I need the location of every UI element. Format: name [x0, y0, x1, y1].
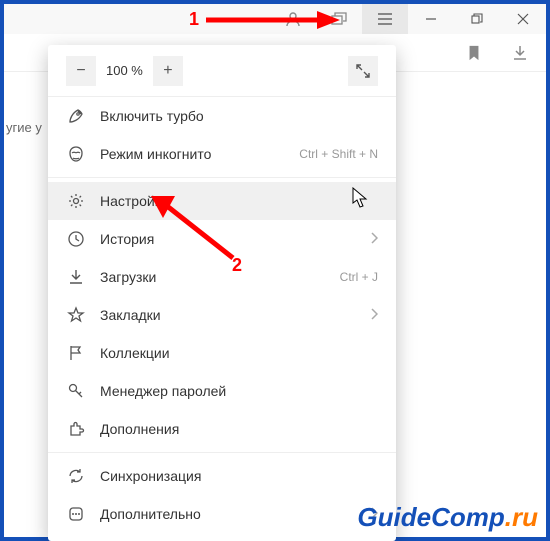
gear-icon: [66, 191, 86, 211]
menu-button[interactable]: [362, 4, 408, 34]
fullscreen-button[interactable]: [348, 56, 378, 86]
close-icon: [517, 13, 529, 25]
menu-label: Режим инкогнито: [100, 146, 211, 162]
menu-item-downloads[interactable]: Загрузки Ctrl + J: [48, 258, 396, 296]
menu-item-addons[interactable]: Дополнения: [48, 410, 396, 448]
menu-item-turbo[interactable]: Включить турбо: [48, 97, 396, 135]
menu-separator: [48, 177, 396, 178]
menu-label: Включить турбо: [100, 108, 204, 124]
menu-item-incognito[interactable]: Режим инкогнито Ctrl + Shift + N: [48, 135, 396, 173]
sync-icon: [66, 466, 86, 486]
close-button[interactable]: [500, 4, 546, 34]
chevron-right-icon: [370, 506, 378, 522]
menu-item-more[interactable]: Дополнительно: [48, 495, 396, 533]
key-icon: [66, 381, 86, 401]
rocket-icon: [66, 106, 86, 126]
menu-shortcut: Ctrl + Shift + N: [299, 147, 378, 161]
maximize-button[interactable]: [454, 4, 500, 34]
chevron-right-icon: [370, 231, 378, 247]
menu-label: Дополнения: [100, 421, 179, 437]
tabs-icon: [331, 12, 347, 26]
menu-item-collections[interactable]: Коллекции: [48, 334, 396, 372]
zoom-level: 100 %: [96, 63, 153, 78]
maximize-icon: [471, 13, 483, 25]
incognito-icon: [66, 144, 86, 164]
flag-icon: [66, 343, 86, 363]
menu-shortcut: Ctrl + J: [340, 270, 378, 284]
menu-label: Коллекции: [100, 345, 170, 361]
menu-label: История: [100, 231, 154, 247]
more-icon: [66, 504, 86, 524]
downloads-icon: [66, 267, 86, 287]
minimize-icon: [425, 13, 437, 25]
history-icon: [66, 229, 86, 249]
menu-item-passwords[interactable]: Менеджер паролей: [48, 372, 396, 410]
profile-icon: [285, 11, 301, 27]
menu-item-sync[interactable]: Синхронизация: [48, 457, 396, 495]
window-titlebar: [4, 4, 546, 34]
menu-item-bookmarks[interactable]: Закладки: [48, 296, 396, 334]
clipped-page-text: угие у: [6, 120, 42, 135]
chevron-right-icon: [370, 307, 378, 323]
hamburger-icon: [377, 12, 393, 26]
menu-label: Закладки: [100, 307, 161, 323]
menu-label: Настройки: [100, 193, 169, 209]
menu-label: Менеджер паролей: [100, 383, 226, 399]
downloads-toolbar-icon[interactable]: [512, 45, 528, 61]
menu-label: Дополнительно: [100, 506, 201, 522]
menu-item-history[interactable]: История: [48, 220, 396, 258]
main-menu-popup: − 100 % + Включить турбо Режим инкогнито…: [48, 45, 396, 541]
minimize-button[interactable]: [408, 4, 454, 34]
fullscreen-icon: [356, 64, 370, 78]
menu-item-settings[interactable]: Настройки: [48, 182, 396, 220]
menu-label: Загрузки: [100, 269, 156, 285]
zoom-out-button[interactable]: −: [66, 56, 96, 86]
puzzle-icon: [66, 419, 86, 439]
menu-separator: [48, 452, 396, 453]
profile-button[interactable]: [270, 4, 316, 34]
zoom-in-button[interactable]: +: [153, 56, 183, 86]
menu-label: Синхронизация: [100, 468, 201, 484]
tabs-button[interactable]: [316, 4, 362, 34]
star-icon: [66, 305, 86, 325]
bookmark-icon[interactable]: [466, 45, 482, 61]
zoom-row: − 100 % +: [48, 45, 396, 97]
